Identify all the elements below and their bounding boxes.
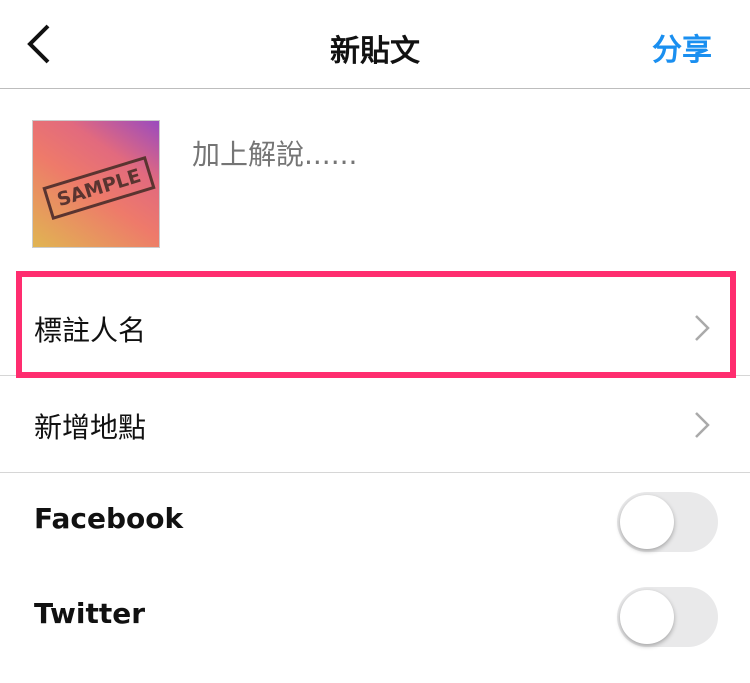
post-thumbnail: SAMPLE [32, 120, 160, 248]
twitter-toggle[interactable] [617, 587, 718, 647]
page-title: 新貼文 [330, 34, 420, 69]
share-button[interactable]: 分享 [652, 25, 712, 69]
sample-stamp: SAMPLE [42, 155, 156, 221]
twitter-label: Twitter [34, 597, 146, 630]
twitter-row: Twitter [0, 569, 750, 663]
tag-people-row[interactable]: 標註人名 [0, 280, 750, 376]
caption-input[interactable] [192, 138, 712, 171]
facebook-label: Facebook [34, 502, 184, 535]
chevron-right-icon [695, 412, 710, 438]
toggle-knob [620, 495, 674, 549]
header: 新貼文 分享 [0, 0, 750, 89]
facebook-row: Facebook [0, 474, 750, 568]
facebook-toggle[interactable] [617, 492, 718, 552]
add-location-row[interactable]: 新增地點 [0, 377, 750, 473]
add-location-label: 新增地點 [34, 411, 147, 444]
toggle-knob [620, 590, 674, 644]
tag-people-label: 標註人名 [34, 314, 147, 347]
chevron-right-icon [695, 315, 710, 341]
